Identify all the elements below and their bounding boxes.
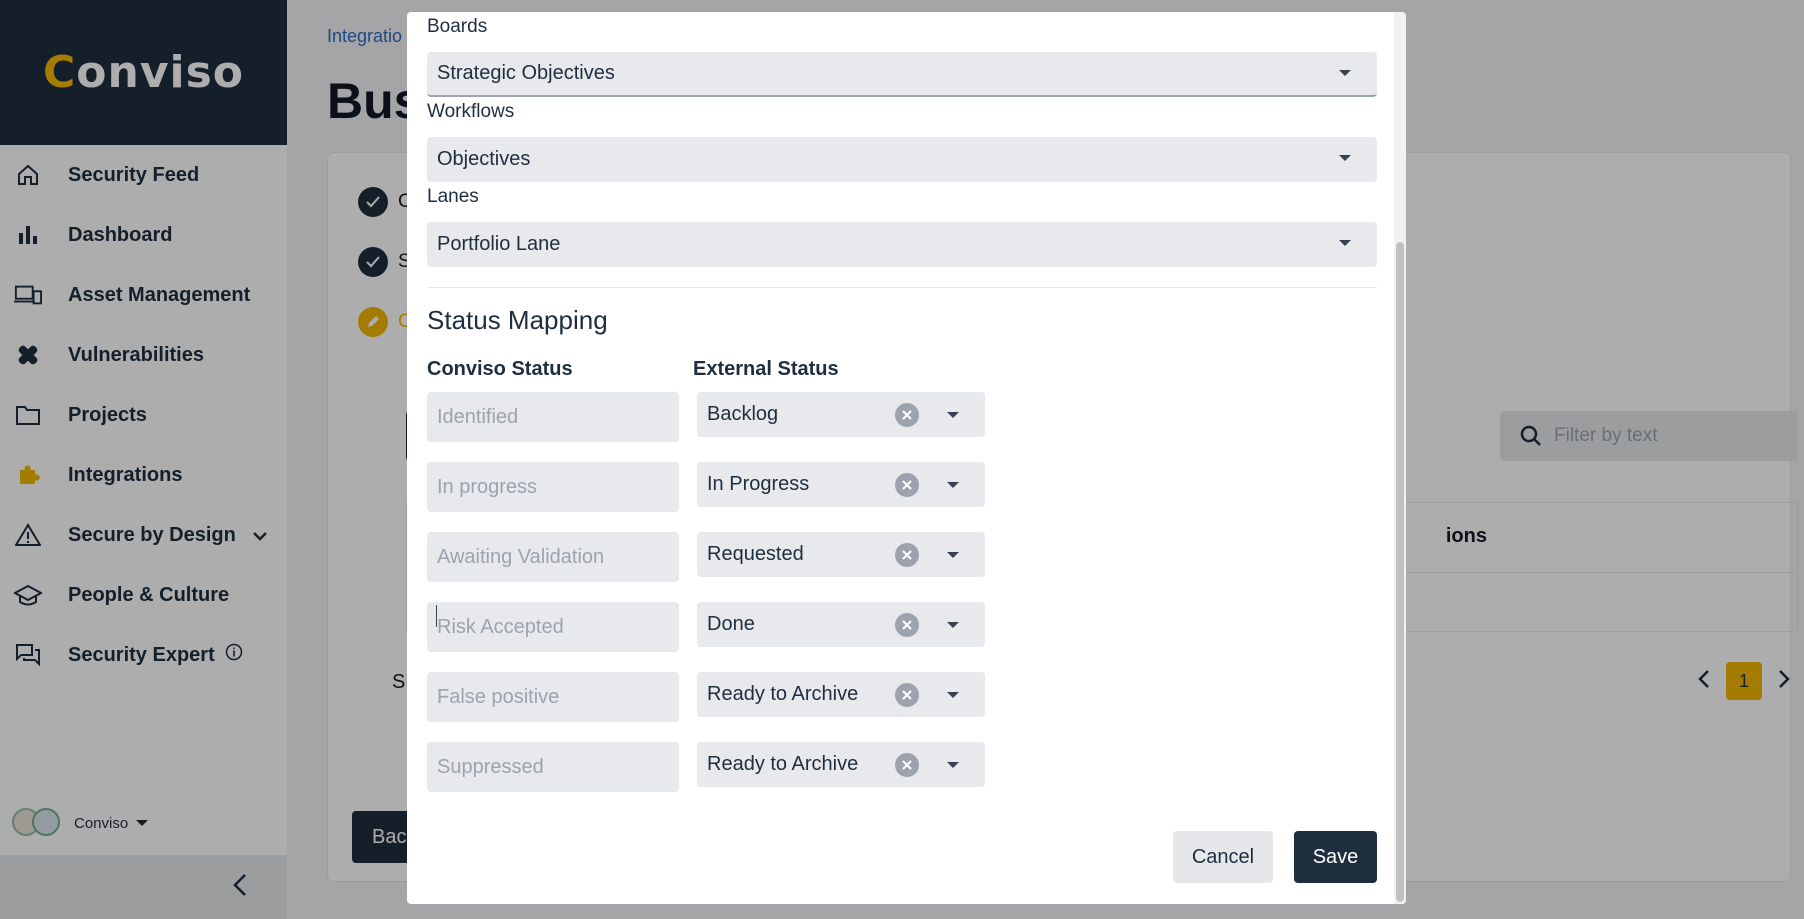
external-status-select[interactable]: Ready to Archive [697, 672, 985, 717]
conviso-status-value: Suppressed [437, 755, 544, 778]
status-mapping-title: Status Mapping [427, 305, 608, 335]
external-status-value: Done [707, 613, 755, 635]
external-status-select[interactable]: Ready to Archive [697, 742, 985, 787]
conviso-status-header: Conviso Status [427, 358, 573, 380]
external-status-select[interactable]: Requested [697, 532, 985, 577]
caret-down-icon [1339, 155, 1351, 161]
workflows-label: Workflows [427, 101, 515, 122]
integration-config-modal: Boards Strategic Objectives Workflows Ob… [407, 12, 1406, 904]
workflows-select[interactable]: Objectives [427, 137, 1377, 182]
conviso-status-value: False positive [437, 685, 560, 708]
conviso-status-value: Awaiting Validation [437, 545, 605, 568]
external-status-value: Requested [707, 543, 804, 565]
conviso-status-field[interactable]: Identified [427, 392, 679, 442]
clear-icon[interactable] [895, 543, 919, 567]
caret-down-icon[interactable] [947, 412, 959, 418]
boards-value: Strategic Objectives [437, 62, 615, 84]
clear-icon[interactable] [895, 753, 919, 777]
conviso-status-value: Identified [437, 405, 519, 428]
lanes-label: Lanes [427, 186, 479, 207]
conviso-status-field[interactable]: In progress [427, 462, 679, 512]
external-status-select[interactable]: Backlog [697, 392, 985, 437]
caret-down-icon[interactable] [947, 692, 959, 698]
caret-down-icon[interactable] [947, 482, 959, 488]
conviso-status-field[interactable]: Risk Accepted [427, 602, 679, 652]
external-status-value: Ready to Archive [707, 683, 859, 705]
conviso-status-field[interactable]: False positive [427, 672, 679, 722]
clear-icon[interactable] [895, 613, 919, 637]
clear-icon[interactable] [895, 683, 919, 707]
external-status-select[interactable]: In Progress [697, 462, 985, 507]
divider [427, 287, 1377, 288]
boards-select[interactable]: Strategic Objectives [427, 52, 1377, 97]
external-status-header: External Status [693, 358, 839, 380]
lanes-select[interactable]: Portfolio Lane [427, 222, 1377, 267]
external-status-value: In Progress [707, 473, 810, 495]
cancel-button[interactable]: Cancel [1173, 831, 1273, 883]
caret-down-icon [1339, 240, 1351, 246]
caret-down-icon[interactable] [947, 762, 959, 768]
save-button[interactable]: Save [1294, 831, 1377, 883]
clear-icon[interactable] [895, 473, 919, 497]
boards-label: Boards [427, 16, 488, 37]
conviso-status-value: Risk Accepted [437, 615, 564, 638]
external-status-value: Backlog [707, 403, 779, 425]
external-status-value: Ready to Archive [707, 753, 859, 775]
conviso-status-field[interactable]: Awaiting Validation [427, 532, 679, 582]
text-cursor [436, 605, 437, 627]
caret-down-icon[interactable] [947, 552, 959, 558]
conviso-status-field[interactable]: Suppressed [427, 742, 679, 792]
conviso-status-value: In progress [437, 475, 538, 498]
lanes-value: Portfolio Lane [437, 233, 561, 255]
modal-scrollbar[interactable] [1394, 12, 1406, 904]
clear-icon[interactable] [895, 403, 919, 427]
workflows-value: Objectives [437, 148, 531, 170]
caret-down-icon [1339, 70, 1351, 76]
external-status-select[interactable]: Done [697, 602, 985, 647]
caret-down-icon[interactable] [947, 622, 959, 628]
scrollbar-thumb[interactable] [1396, 242, 1404, 902]
